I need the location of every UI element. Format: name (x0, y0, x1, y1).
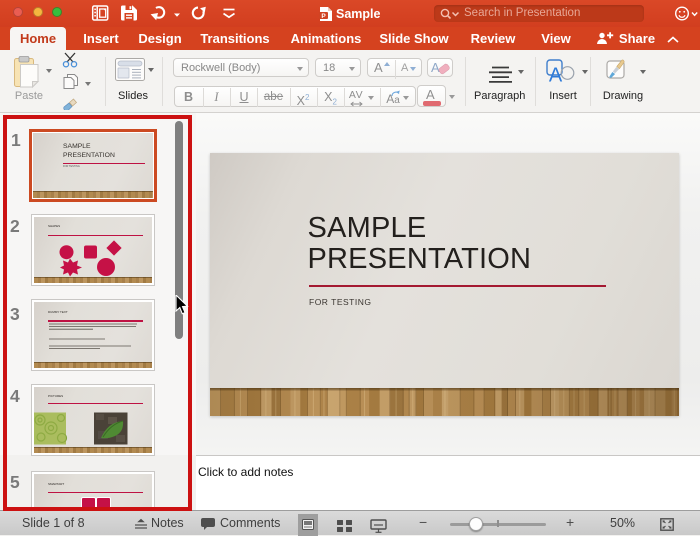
svg-text:A: A (549, 65, 563, 85)
svg-text:P: P (321, 13, 326, 20)
